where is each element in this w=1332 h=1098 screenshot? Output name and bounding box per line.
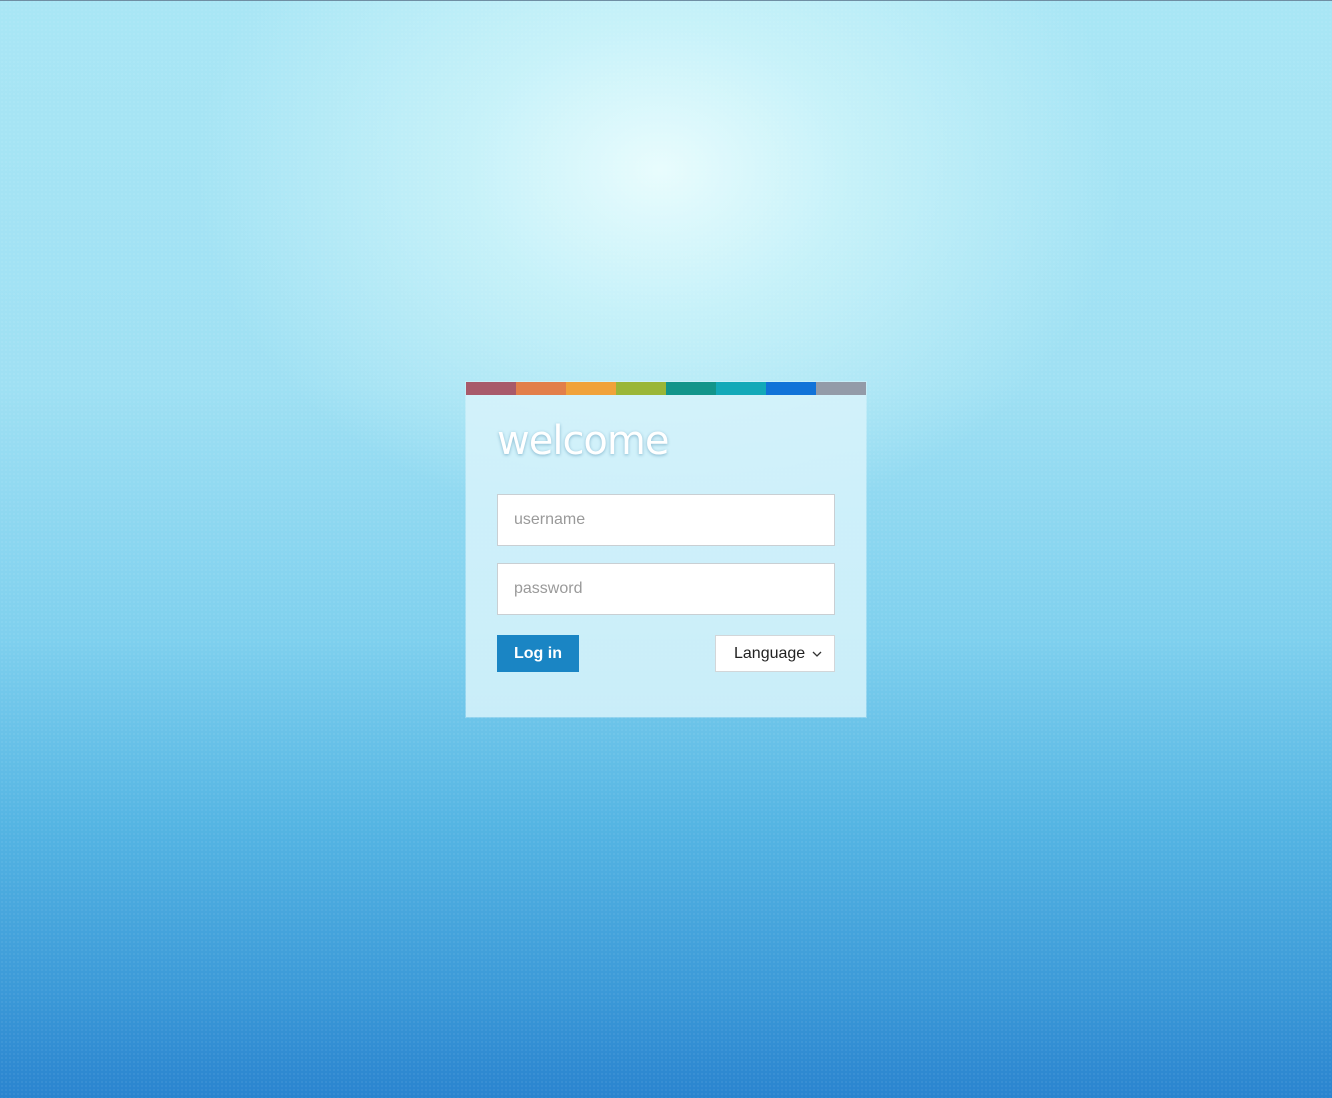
login-page: { "login": { "heading": "welcome", "user… — [0, 0, 1332, 1098]
color-bar — [466, 382, 866, 395]
login-button[interactable]: Log in — [497, 635, 579, 672]
password-input[interactable] — [497, 563, 835, 615]
language-select-label: Language — [734, 644, 806, 662]
chevron-down-icon — [812, 651, 822, 657]
window-top-border — [0, 0, 1332, 1]
welcome-heading: welcome — [497, 418, 669, 464]
color-bar-segment — [766, 382, 816, 395]
color-bar-segment — [716, 382, 766, 395]
color-bar-segment — [516, 382, 566, 395]
language-select[interactable]: Language — [715, 635, 835, 672]
login-card: welcome Log in Language — [466, 382, 866, 717]
username-input[interactable] — [497, 494, 835, 546]
color-bar-segment — [616, 382, 666, 395]
color-bar-segment — [566, 382, 616, 395]
color-bar-segment — [466, 382, 516, 395]
color-bar-segment — [816, 382, 866, 395]
color-bar-segment — [666, 382, 716, 395]
